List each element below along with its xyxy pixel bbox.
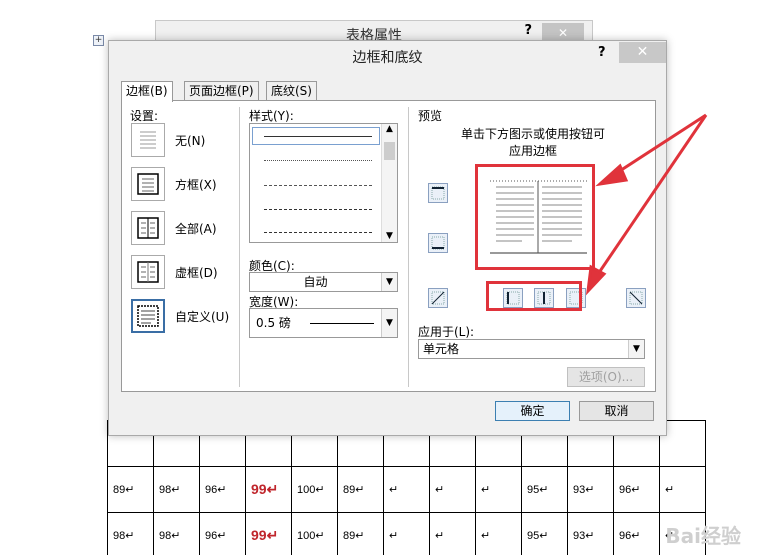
tab-borders[interactable]: 边框(B) (121, 81, 173, 102)
annotation-arrows (585, 113, 708, 296)
watermark-logo: Bai经验 (665, 524, 741, 548)
